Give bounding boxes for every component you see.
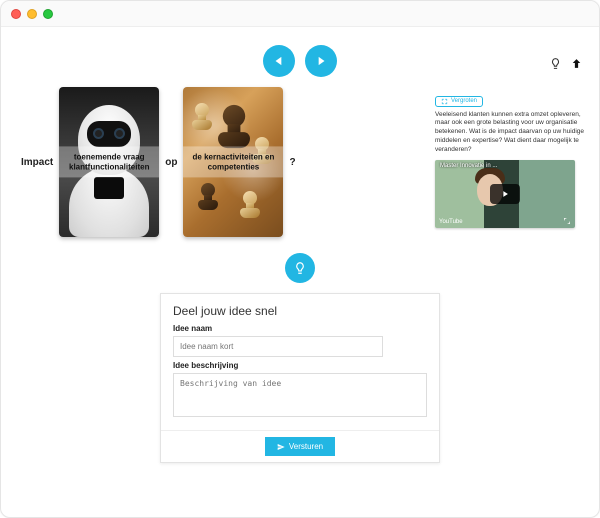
app-content: Impact toenemende vraag klantfunctionali…: [1, 27, 599, 517]
video-platform: YouTube: [439, 219, 463, 225]
window-titlebar: [1, 1, 599, 27]
play-button[interactable]: [490, 184, 520, 204]
card-right[interactable]: de kernactiviteiten en competenties: [183, 87, 283, 237]
main-row: Impact toenemende vraag klantfunctionali…: [1, 87, 599, 247]
triangle-right-icon: [314, 54, 328, 68]
window-close-button[interactable]: [11, 9, 21, 19]
nav-row: [1, 27, 599, 87]
enlarge-label: Vergroten: [451, 98, 477, 104]
idea-desc-label: Idee beschrijving: [173, 361, 427, 370]
idea-section: Deel jouw idee snel Idee naam Idee besch…: [1, 253, 599, 463]
idea-bulb-button[interactable]: [285, 253, 315, 283]
card-left-caption: toenemende vraag klantfunctionaliteiten: [59, 146, 159, 177]
next-button[interactable]: [305, 45, 337, 77]
window-minimize-button[interactable]: [27, 9, 37, 19]
form-footer: Versturen: [161, 430, 439, 462]
send-icon: [277, 443, 285, 451]
impact-label: Impact: [15, 157, 59, 168]
app-window: Impact toenemende vraag klantfunctionali…: [0, 0, 600, 518]
video-thumbnail[interactable]: Master Innovatie in ... YouTube: [435, 160, 575, 228]
idea-form: Deel jouw idee snel Idee naam Idee besch…: [160, 293, 440, 463]
window-zoom-button[interactable]: [43, 9, 53, 19]
idea-desc-textarea[interactable]: [173, 373, 427, 417]
fullscreen-icon: [563, 217, 571, 225]
play-icon: [500, 189, 510, 199]
arrow-up-icon[interactable]: [570, 57, 583, 70]
hint-icon[interactable]: [549, 57, 562, 70]
enlarge-button[interactable]: Vergroten: [435, 96, 483, 107]
lightbulb-icon: [293, 261, 307, 275]
idea-heading: Deel jouw idee snel: [173, 304, 427, 318]
info-panel: Vergroten Veeleisend klanten kunnen extr…: [435, 96, 585, 229]
card-right-caption: de kernactiviteiten en competenties: [183, 146, 283, 177]
video-title: Master Innovatie in ...: [440, 163, 570, 169]
idea-name-label: Idee naam: [173, 324, 427, 333]
submit-button[interactable]: Versturen: [265, 437, 335, 456]
op-label: op: [159, 157, 183, 168]
submit-label: Versturen: [289, 442, 323, 451]
prev-button[interactable]: [263, 45, 295, 77]
fullscreen-button[interactable]: [563, 217, 571, 225]
question-label: ?: [283, 157, 301, 168]
idea-name-input[interactable]: [173, 336, 383, 357]
top-right-toolbar: [549, 57, 583, 70]
triangle-left-icon: [272, 54, 286, 68]
expand-icon: [441, 98, 448, 105]
info-body: Veeleisend klanten kunnen extra omzet op…: [435, 111, 585, 155]
card-left[interactable]: toenemende vraag klantfunctionaliteiten: [59, 87, 159, 237]
